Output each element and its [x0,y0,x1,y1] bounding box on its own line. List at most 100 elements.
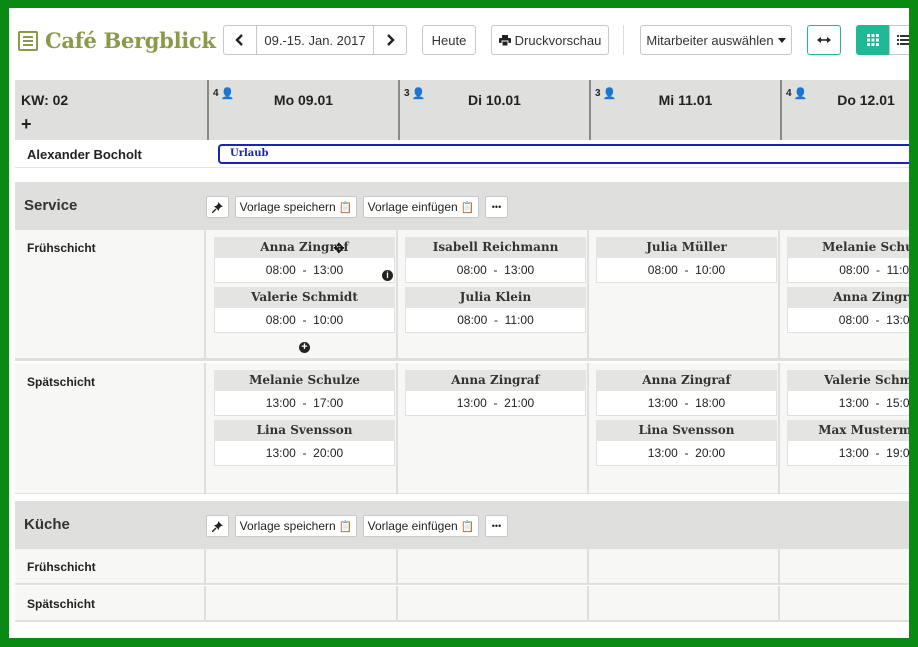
shift-card[interactable]: Max Mustermann 13:00 - 19:00 [787,420,909,466]
shift-card[interactable]: Melanie Schulze 08:00 - 11:00 [787,237,909,283]
today-button[interactable]: Heute [422,25,476,55]
print-preview-label: Druckvorschau [514,32,602,48]
employee-name: Anna Zingraf [405,370,586,391]
save-template-button[interactable]: Vorlage speichern 📋 [235,196,357,218]
add-row-button[interactable]: + [21,114,32,135]
shift-card[interactable]: Anna Zingraf 13:00 - 21:00 [405,370,586,416]
shift-row-early: Frühschicht Anna Zingraf 08:00 - 13:00 ✥… [15,230,909,361]
employee-select-label: Mitarbeiter auswählen [646,32,774,48]
more-options-button[interactable]: ••• [485,515,508,537]
shift-card[interactable]: Julia Müller 08:00 - 10:00 [596,237,777,283]
more-options-button[interactable]: ••• [485,196,508,218]
day-header-wednesday[interactable]: 3 👤 Mi 11.01 [589,80,780,140]
pin-button[interactable] [206,196,229,218]
day-cell[interactable] [206,586,396,620]
day-header-thursday[interactable]: 4 👤 Do 12.01 [780,80,909,140]
shift-card[interactable]: Anna Zingraf 13:00 - 18:00 [596,370,777,416]
prev-week-button[interactable] [224,26,256,54]
shift-card[interactable]: Valerie Schmidt 08:00 - 10:00 [214,287,395,333]
shift-time: 13:00 - 20:00 [214,441,395,466]
shift-card[interactable]: Lina Svensson 13:00 - 20:00 [214,420,395,466]
day-cell[interactable] [589,549,778,583]
pin-button[interactable] [206,515,229,537]
ellipsis-icon: ••• [491,521,502,531]
caret-down-icon [777,37,786,43]
shift-label-cell: Frühschicht [15,549,204,583]
shift-label: Frühschicht [27,241,96,255]
save-template-button[interactable]: Vorlage speichern 📋 [235,515,357,537]
calendar-list-icon [18,30,38,51]
shift-label-cell: Spätschicht [15,586,204,620]
day-cell[interactable] [780,549,909,583]
shift-label: Spätschicht [27,597,96,611]
save-template-label: Vorlage speichern [239,200,336,214]
week-number-cell: KW: 02 + [15,80,207,140]
shift-card[interactable]: Lina Svensson 13:00 - 20:00 [596,420,777,466]
shift-time: 13:00 - 21:00 [405,391,586,416]
day-cell[interactable] [398,549,587,583]
app-frame: Café Bergblick 09.-15. Jan. 2017 Heute D… [9,8,909,638]
employee-name: Max Mustermann [787,420,909,441]
insert-template-button[interactable]: Vorlage einfügen 📋 [363,515,479,537]
day-cell[interactable] [206,549,396,583]
shift-label-cell: Spätschicht [15,363,204,493]
printer-icon [498,34,511,46]
shift-card[interactable]: Melanie Schulze 13:00 - 17:00 [214,370,395,416]
day-header-tuesday[interactable]: 3 👤 Di 10.01 [398,80,589,140]
insert-template-button[interactable]: Vorlage einfügen 📋 [363,196,479,218]
employee-name: Julia Müller [596,237,777,258]
shift-card[interactable]: Anna Zingraf 08:00 - 13:00 [787,287,909,333]
save-template-label: Vorlage speichern [239,519,336,533]
shift-card[interactable]: Julia Klein 08:00 - 11:00 [405,287,586,333]
shift-card[interactable]: Valerie Schmidt 13:00 - 15:00 [787,370,909,416]
date-range[interactable]: 09.-15. Jan. 2017 [256,26,374,54]
shift-time: 08:00 - 11:00 [405,308,586,333]
shift-time: 13:00 - 17:00 [214,391,395,416]
day-label: Mi 11.01 [658,92,713,108]
grid-view-button[interactable] [856,25,889,55]
info-icon[interactable]: i [382,270,393,281]
employee-name: Anna Zingraf [596,370,777,391]
employee-name: Valerie Schmidt [787,370,909,391]
employee-name: Lina Svensson [214,420,395,441]
day-header-monday[interactable]: 4 👤 Mo 09.01 [207,80,398,140]
absence-employee-name: Alexander Bocholt [27,147,142,162]
shift-row-late: Spätschicht Melanie Schulze 13:00 - 17:0… [15,363,909,494]
employee-select-dropdown[interactable]: Mitarbeiter auswählen [640,25,792,55]
list-icon [896,35,909,45]
absence-bar[interactable]: Urlaub [218,144,909,164]
day-cell[interactable] [780,586,909,620]
shift-time: 08:00 - 11:00 [787,258,909,283]
day-cell[interactable] [398,586,587,620]
shift-card[interactable]: Anna Zingraf 08:00 - 13:00 [214,237,395,283]
employee-name: Julia Klein [405,287,586,308]
shift-card[interactable]: Isabell Reichmann 08:00 - 13:00 [405,237,586,283]
shift-time: 13:00 - 15:00 [787,391,909,416]
employee-name: Melanie Schulze [214,370,395,391]
day-label: Mo 09.01 [273,92,334,108]
top-toolbar: Café Bergblick 09.-15. Jan. 2017 Heute D… [9,8,909,70]
ellipsis-icon: ••• [491,202,502,212]
add-shift-icon[interactable]: + [299,342,310,353]
section-title: Service [24,197,78,214]
app-title: Café Bergblick [45,28,216,53]
chevron-left-icon [235,34,243,46]
shift-time: 08:00 - 10:00 [596,258,777,283]
day-cell[interactable] [589,586,778,620]
print-preview-button[interactable]: Druckvorschau [491,25,609,55]
shift-time: 08:00 - 13:00 [787,308,909,333]
brand[interactable]: Café Bergblick [18,28,216,53]
shift-time: 08:00 - 13:00 [214,258,395,283]
absence-row: Alexander Bocholt Urlaub [15,140,909,168]
shift-time: 08:00 - 13:00 [405,258,586,283]
employee-name: Lina Svensson [596,420,777,441]
expand-width-button[interactable] [807,25,841,55]
week-number: KW: 02 [21,92,69,108]
section-title: Küche [24,516,70,533]
next-week-button[interactable] [374,26,406,54]
toolbar-divider [623,25,624,55]
list-view-button[interactable] [889,25,909,55]
section-header-kitchen: Küche Vorlage speichern 📋 Vorlage einfüg… [15,501,909,549]
section-header-service: Service Vorlage speichern 📋 Vorlage einf… [15,182,909,230]
day-label: Di 10.01 [468,92,521,108]
